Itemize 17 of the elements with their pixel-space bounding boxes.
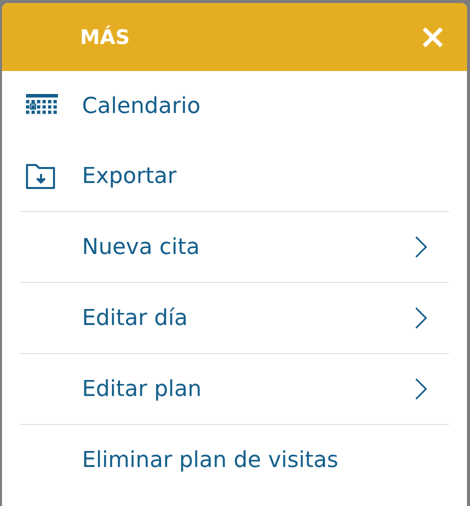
menu-item-label: Eliminar plan de visitas: [82, 448, 340, 472]
menu-item[interactable]: Editar día: [20, 282, 449, 353]
menu-item[interactable]: Nueva cita: [20, 211, 449, 282]
menu-item-label: Exportar: [82, 164, 178, 188]
folder-download-icon: [26, 162, 56, 190]
menu-item-label: Editar plan: [82, 376, 203, 402]
menu-item-label: Calendario: [82, 94, 202, 118]
menu-item[interactable]: Editar plan: [20, 353, 449, 424]
menu-item[interactable]: Calendario: [2, 71, 449, 141]
chevron-right-icon: [415, 378, 427, 400]
menu-title: MÁS: [80, 25, 130, 49]
menu-item-label: Nueva cita: [82, 234, 201, 260]
menu-item[interactable]: Eliminar plan de visitas: [20, 424, 449, 495]
chevron-right-icon: [415, 236, 427, 258]
chevron-right-icon: [415, 307, 427, 329]
menu-item-label: Editar día: [82, 306, 189, 330]
menu-item[interactable]: Exportar: [2, 141, 449, 211]
